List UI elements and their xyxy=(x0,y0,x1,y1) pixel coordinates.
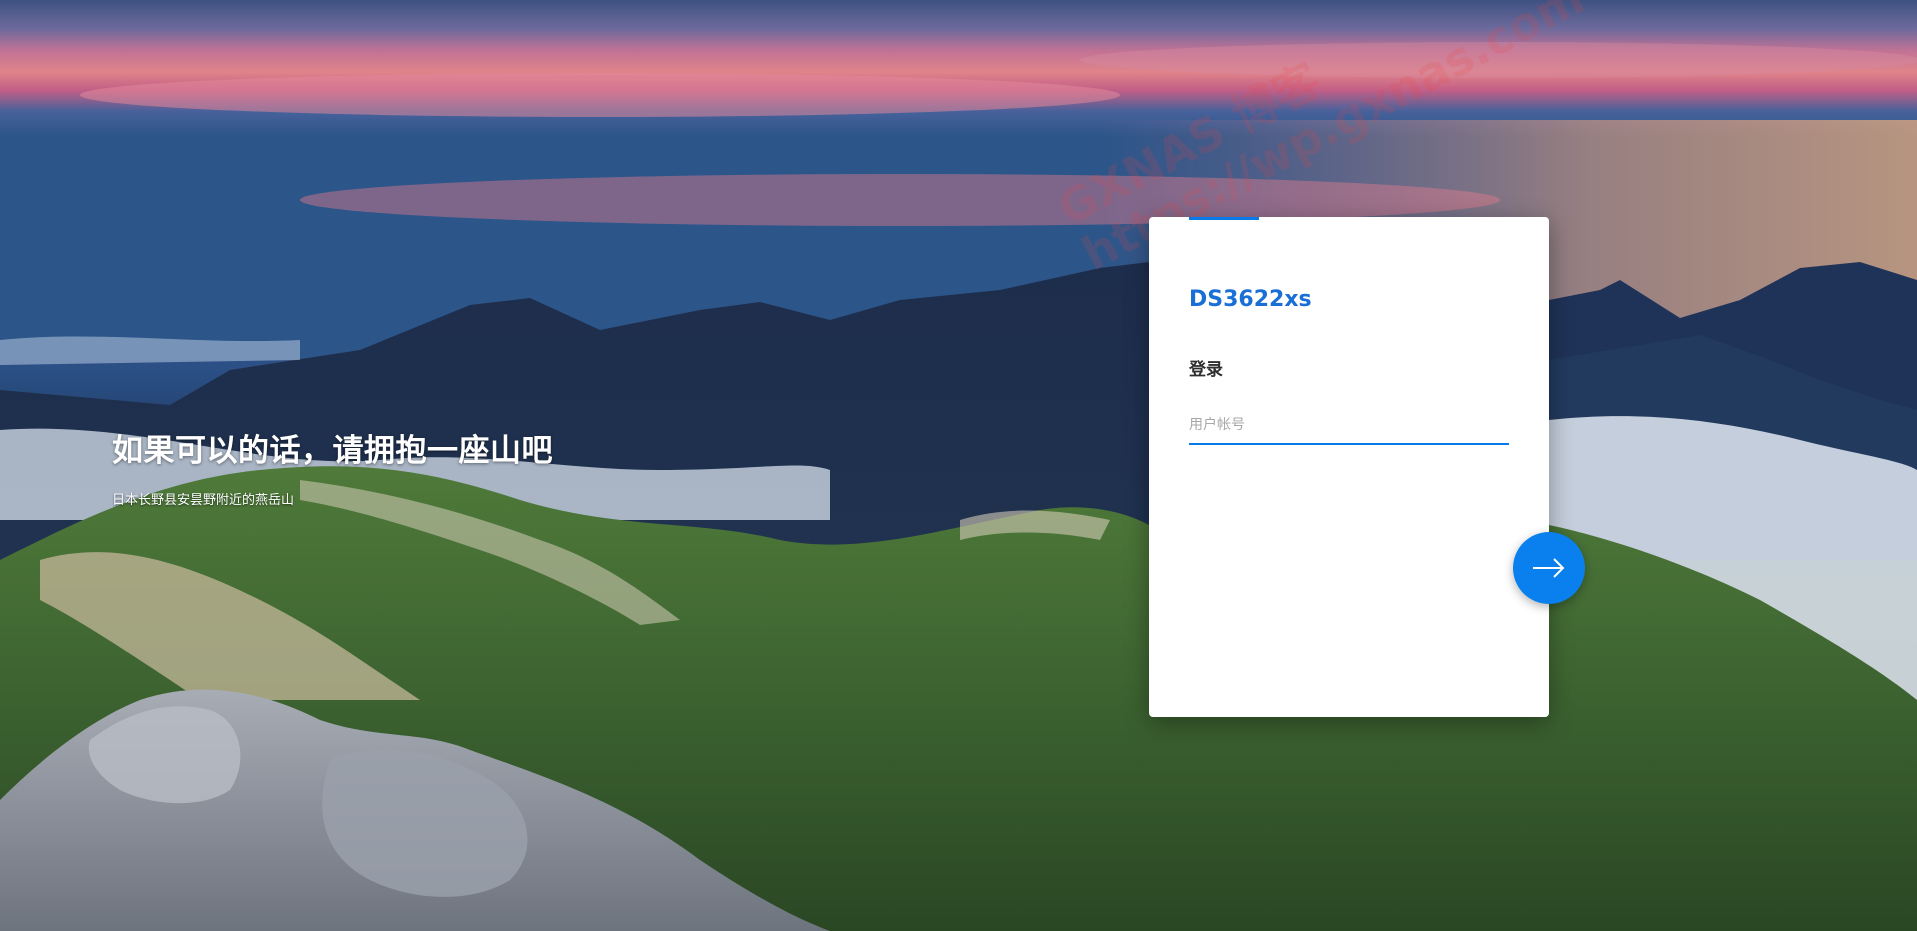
card-accent-bar xyxy=(1189,217,1259,220)
login-heading: 登录 xyxy=(1189,360,1223,380)
hero-title: 如果可以的话，请拥抱一座山吧 xyxy=(112,433,553,469)
hero-caption: 日本长野县安昙野附近的燕岳山 xyxy=(112,493,295,508)
next-button[interactable] xyxy=(1513,532,1585,604)
username-input[interactable] xyxy=(1189,407,1509,445)
device-name: DS3622xs xyxy=(1189,287,1312,312)
login-card: DS3622xs 登录 xyxy=(1149,217,1549,717)
arrow-right-icon xyxy=(1533,558,1565,578)
